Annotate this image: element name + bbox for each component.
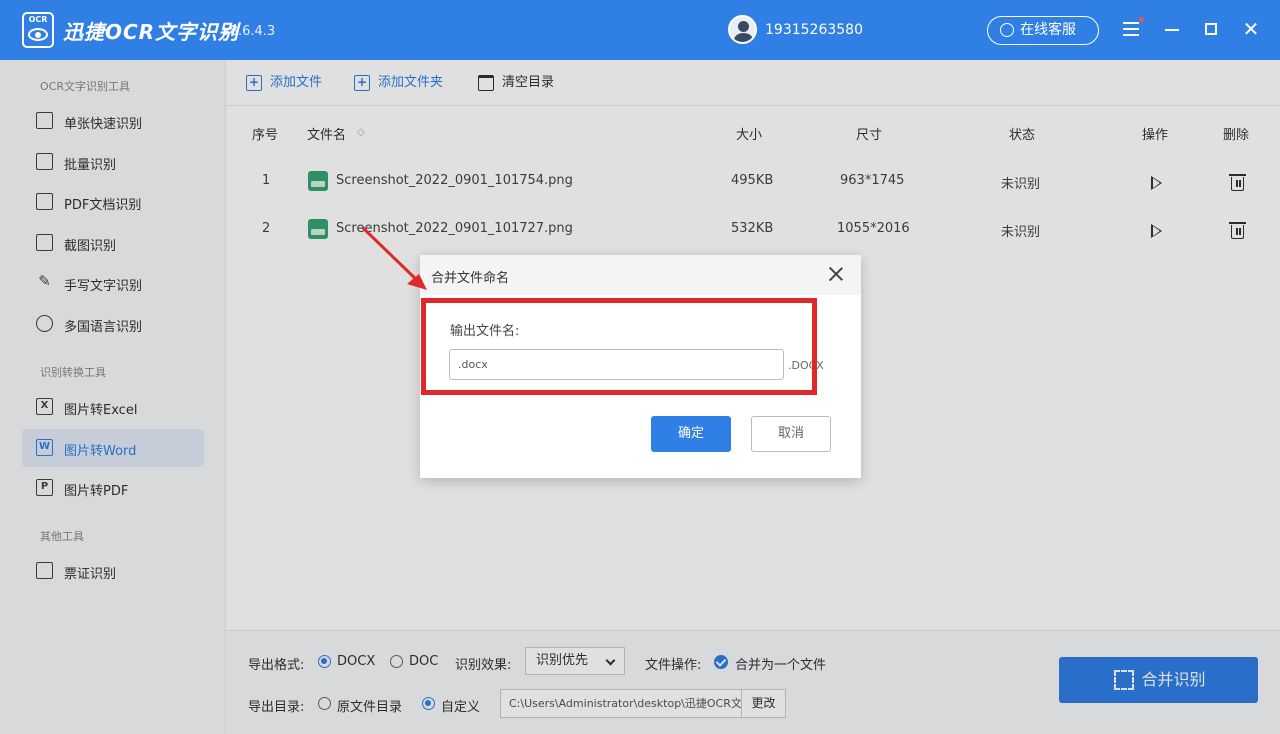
maximize-icon[interactable] [1196,14,1226,44]
dialog-title: 合并文件命名 [431,271,510,286]
notification-dot-icon [1139,17,1144,22]
online-service-button[interactable]: 在线客服 [987,16,1099,45]
dialog-header: 合并文件命名 [420,255,861,295]
menu-icon[interactable] [1117,14,1147,44]
annotation-highlight-box [421,298,817,395]
title-bar: OCR 迅捷OCR文字识别 v8.6.4.3 19315263580 在线客服 … [0,0,1280,60]
app-logo-icon: OCR [22,12,54,48]
annotation-arrow-icon [361,226,427,290]
cancel-button[interactable]: 取消 [751,416,831,452]
close-icon[interactable]: ✕ [1236,14,1266,44]
app-title: 迅捷OCR文字识别 [63,20,240,44]
avatar[interactable] [728,15,757,44]
dialog-close-icon[interactable] [826,264,846,284]
app-version: v8.6.4.3 [222,24,276,39]
headset-icon [1000,23,1014,37]
confirm-button[interactable]: 确定 [651,416,731,452]
username[interactable]: 19315263580 [765,22,863,38]
minimize-icon[interactable] [1157,14,1187,44]
